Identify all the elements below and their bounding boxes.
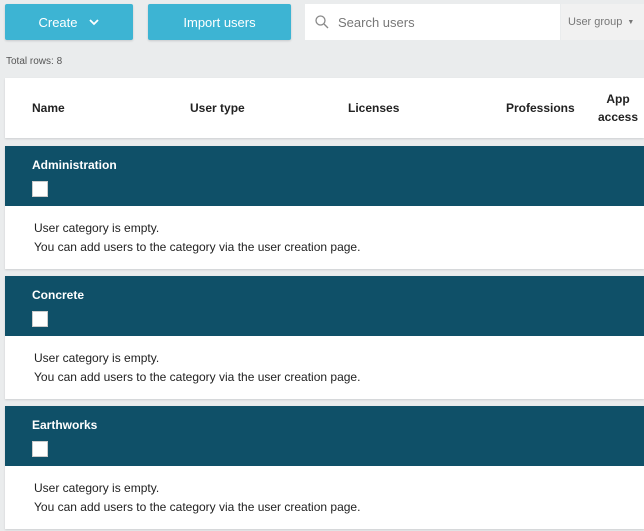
empty-message-line: User category is empty. — [34, 351, 160, 365]
user-category-group: Concrete User category is empty. You can… — [5, 276, 644, 399]
search-box — [305, 4, 560, 40]
group-select-checkbox[interactable] — [32, 311, 48, 327]
toolbar: Create Import users User group ▼ — [0, 0, 644, 52]
create-button[interactable]: Create — [5, 4, 133, 40]
chevron-down-icon — [88, 19, 99, 26]
empty-message-hint: You can add users to the category via th… — [34, 370, 361, 384]
group-title: Concrete — [32, 288, 85, 302]
column-header-name[interactable]: Name — [32, 78, 65, 138]
caret-down-icon: ▼ — [627, 18, 635, 26]
user-group-dropdown[interactable]: User group ▼ — [561, 4, 644, 40]
group-title: Earthworks — [32, 418, 98, 432]
group-header: Concrete — [5, 276, 644, 336]
user-category-group: Earthworks User category is empty. You c… — [5, 406, 644, 529]
group-select-checkbox[interactable] — [32, 181, 48, 197]
column-header-app-access[interactable]: App access — [593, 78, 643, 138]
table-header: Name User type Licenses Professions App … — [5, 78, 644, 138]
search-icon — [315, 15, 329, 29]
column-header-professions[interactable]: Professions — [506, 78, 575, 138]
group-empty-message: User category is empty. You can add user… — [5, 466, 644, 529]
group-empty-message: User category is empty. You can add user… — [5, 206, 644, 269]
user-group-label: User group — [568, 16, 623, 28]
group-empty-message: User category is empty. You can add user… — [5, 336, 644, 399]
column-header-licenses[interactable]: Licenses — [348, 78, 399, 138]
empty-message-line: User category is empty. — [34, 221, 160, 235]
user-category-group: Administration User category is empty. Y… — [5, 146, 644, 269]
empty-message-hint: You can add users to the category via th… — [34, 500, 361, 514]
search-input[interactable] — [336, 6, 550, 38]
create-button-label: Create — [38, 14, 78, 30]
empty-message-line: User category is empty. — [34, 481, 160, 495]
group-title: Administration — [32, 158, 117, 172]
group-header: Earthworks — [5, 406, 644, 466]
group-header: Administration — [5, 146, 644, 206]
import-users-button[interactable]: Import users — [148, 4, 291, 40]
group-select-checkbox[interactable] — [32, 441, 48, 457]
import-users-label: Import users — [183, 14, 256, 30]
total-rows: Total rows: 8 — [6, 56, 63, 67]
empty-message-hint: You can add users to the category via th… — [34, 240, 361, 254]
column-header-user-type[interactable]: User type — [190, 78, 245, 138]
